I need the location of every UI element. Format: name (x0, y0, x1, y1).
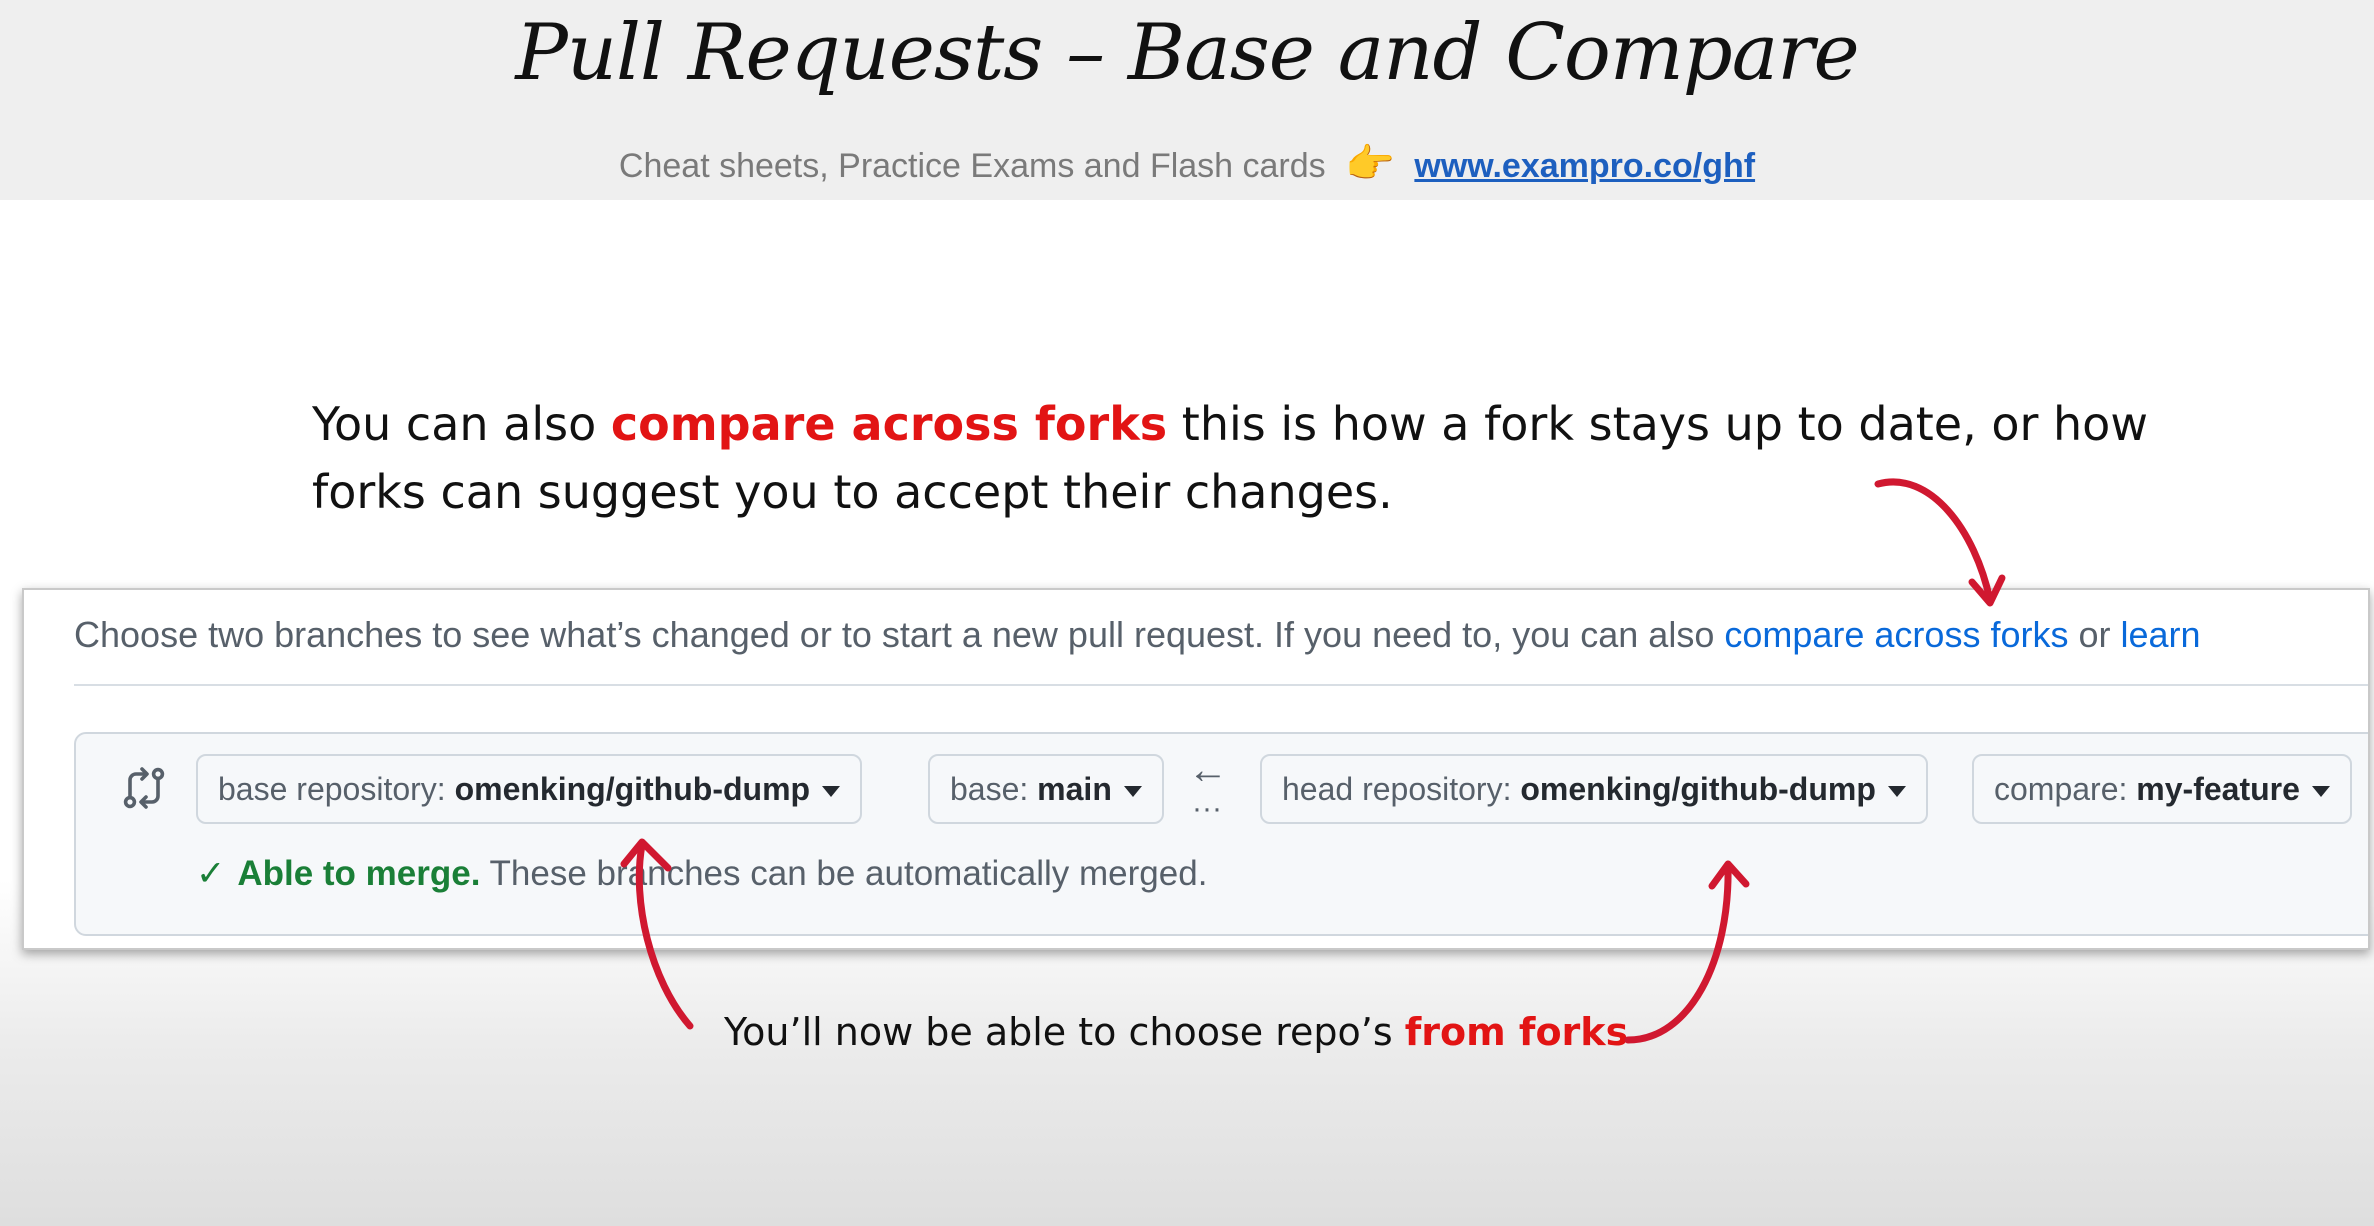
compare-across-forks-link[interactable]: compare across forks (1724, 614, 2068, 655)
head-repository-value: omenking/github-dump (1520, 771, 1876, 807)
base-branch-select[interactable]: base: main (928, 754, 1164, 824)
caret-down-icon (2311, 786, 2330, 798)
divider (74, 684, 2368, 686)
base-repository-select[interactable]: base repository: omenking/github-dump (196, 754, 863, 824)
head-repository-select[interactable]: head repository: omenking/github-dump (1260, 754, 1928, 824)
intro-highlight: compare across forks (610, 397, 1168, 451)
learn-link[interactable]: learn (2120, 614, 2200, 655)
caret-down-icon (822, 786, 841, 798)
base-repository-label: base repository: (218, 771, 455, 807)
slide-header: Pull Requests – Base and Compare Cheat s… (0, 0, 2374, 200)
subtitle-link[interactable]: www.exampro.co/ghf (1414, 147, 1755, 185)
compare-branch-label: compare: (1994, 771, 2137, 807)
bottom-note: You’ll now be able to choose repo’s from… (724, 1010, 1628, 1054)
slide-title: Pull Requests – Base and Compare (515, 8, 1859, 98)
compare-branch-select[interactable]: compare: my-feature (1972, 754, 2352, 824)
branch-compare-box: base repository: omenking/github-dump ba… (74, 732, 2368, 936)
ellipsis-icon: ··· (1192, 792, 1222, 825)
intro-part1: You can also (312, 397, 611, 451)
git-compare-icon (123, 767, 165, 809)
check-icon: ✓ (196, 854, 226, 893)
intro-text: You can also compare across forks this i… (312, 390, 2212, 526)
pointing-hand-icon: 👉 (1345, 142, 1395, 186)
or-text: or (2068, 614, 2121, 655)
github-compare-panel: Choose two branches to see what’s change… (22, 588, 2370, 950)
base-repository-value: omenking/github-dump (454, 771, 811, 807)
left-arrow-icon: ← (1188, 748, 1228, 792)
caret-down-icon (1887, 786, 1906, 798)
bottom-note-highlight: from forks (1404, 1010, 1629, 1054)
base-branch-value: main (1037, 771, 1112, 807)
base-branch-label: base: (950, 771, 1038, 807)
bottom-note-part1: You’ll now be able to choose repo’s (724, 1010, 1405, 1054)
subtitle-text: Cheat sheets, Practice Exams and Flash c… (618, 147, 1326, 185)
compare-description: Choose two branches to see what’s change… (74, 614, 2201, 656)
slide-subtitle: Cheat sheets, Practice Exams and Flash c… (0, 140, 2374, 187)
head-repository-label: head repository: (1282, 771, 1521, 807)
merge-status-message: These branches can be automatically merg… (480, 854, 1208, 893)
compare-branch-value: my-feature (2136, 771, 2300, 807)
merge-status-label: Able to merge. (237, 854, 481, 893)
description-text: Choose two branches to see what’s change… (74, 614, 1725, 655)
merge-status: ✓ Able to merge. These branches can be au… (196, 854, 1207, 894)
caret-down-icon (1123, 786, 1142, 798)
